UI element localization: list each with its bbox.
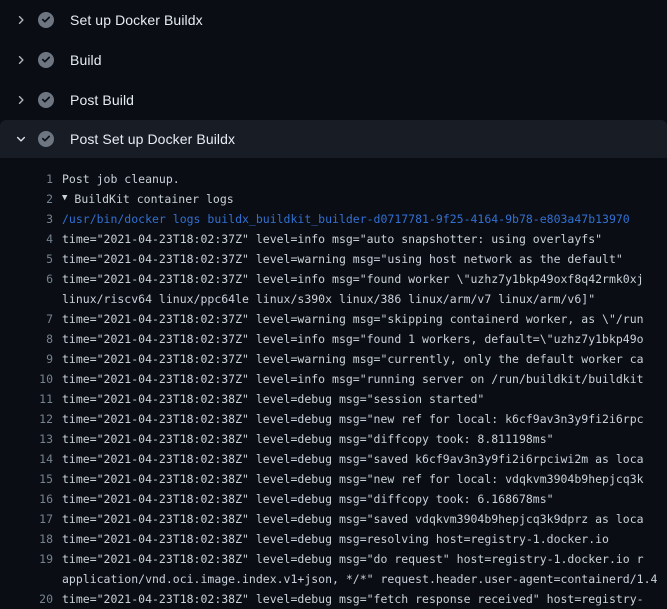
log-line: 6 time="2021-04-23T18:02:37Z" level=info … — [0, 269, 667, 289]
log-line: 11 time="2021-04-23T18:02:38Z" level=debu… — [0, 389, 667, 409]
log-line-text: time="2021-04-23T18:02:38Z" level=debug … — [62, 489, 554, 509]
log-line-number[interactable]: 8 — [0, 329, 53, 349]
log-line-number[interactable]: 4 — [0, 229, 53, 249]
log-line: 12 time="2021-04-23T18:02:38Z" level=debu… — [0, 409, 667, 429]
log-line-number[interactable]: 10 — [0, 369, 53, 389]
collapse-group-icon[interactable]: ▼ — [62, 189, 67, 208]
log-line-number[interactable]: 2 — [0, 189, 53, 209]
log-line-text: time="2021-04-23T18:02:38Z" level=debug … — [62, 429, 554, 449]
log-line-text: time="2021-04-23T18:02:37Z" level=info m… — [62, 269, 644, 289]
log-line-number[interactable]: 9 — [0, 349, 53, 369]
step-header-build[interactable]: Build — [0, 40, 667, 80]
step-header-post-build[interactable]: Post Build — [0, 80, 667, 120]
log-line-text[interactable]: BuildKit container logs — [74, 189, 233, 209]
step-title: Post Build — [70, 92, 134, 108]
log-line-number[interactable]: 5 — [0, 249, 53, 269]
log-line-text: time="2021-04-23T18:02:37Z" level=info m… — [62, 329, 644, 349]
log-line: 10 time="2021-04-23T18:02:37Z" level=info… — [0, 369, 667, 389]
log-line: 18 time="2021-04-23T18:02:38Z" level=debu… — [0, 529, 667, 549]
log-line-number — [0, 569, 53, 589]
step-title: Build — [70, 52, 102, 68]
step-header-set-up-docker-buildx[interactable]: Set up Docker Buildx — [0, 0, 667, 40]
log-line-text: time="2021-04-23T18:02:38Z" level=debug … — [62, 409, 644, 429]
chevron-right-icon — [13, 12, 29, 28]
log-line-text: time="2021-04-23T18:02:37Z" level=info m… — [62, 369, 644, 389]
log-line-number[interactable]: 18 — [0, 529, 53, 549]
chevron-down-icon — [13, 131, 29, 147]
log-line: 5 time="2021-04-23T18:02:37Z" level=warni… — [0, 249, 667, 269]
log-line-text: time="2021-04-23T18:02:38Z" level=debug … — [62, 509, 644, 529]
log-line-text: time="2021-04-23T18:02:38Z" level=debug … — [62, 469, 644, 489]
workflow-steps-list: Set up Docker Buildx Build Post Build Po… — [0, 0, 667, 158]
log-line-number[interactable]: 1 — [0, 169, 53, 189]
log-line-text: time="2021-04-23T18:02:37Z" level=warnin… — [62, 349, 644, 369]
log-line: linux/riscv64 linux/ppc64le linux/s390x … — [0, 289, 667, 309]
step-header-post-set-up-docker-buildx[interactable]: Post Set up Docker Buildx — [0, 120, 667, 158]
log-command-text: /usr/bin/docker logs buildx_buildkit_bui… — [62, 209, 630, 229]
log-line-number — [0, 289, 53, 309]
step-title: Post Set up Docker Buildx — [70, 131, 235, 147]
check-circle-icon — [38, 12, 54, 28]
log-line-number[interactable]: 20 — [0, 589, 53, 609]
log-line-number[interactable]: 17 — [0, 509, 53, 529]
log-line-text: linux/riscv64 linux/ppc64le linux/s390x … — [62, 289, 595, 309]
log-line: 2 ▼ BuildKit container logs — [0, 189, 667, 209]
log-line-text: time="2021-04-23T18:02:38Z" level=debug … — [62, 529, 609, 549]
log-line: 13 time="2021-04-23T18:02:38Z" level=debu… — [0, 429, 667, 449]
log-line: application/vnd.oci.image.index.v1+json,… — [0, 569, 667, 589]
check-circle-icon — [38, 131, 54, 147]
log-line-number[interactable]: 14 — [0, 449, 53, 469]
log-viewer: 1 Post job cleanup. 2 ▼ BuildKit container l… — [0, 158, 667, 609]
log-line: 15 time="2021-04-23T18:02:38Z" level=debu… — [0, 469, 667, 489]
log-line-number[interactable]: 6 — [0, 269, 53, 289]
log-line-text: time="2021-04-23T18:02:38Z" level=debug … — [62, 389, 484, 409]
log-line-text: time="2021-04-23T18:02:37Z" level=warnin… — [62, 249, 623, 269]
log-line-number[interactable]: 12 — [0, 409, 53, 429]
log-line: 8 time="2021-04-23T18:02:37Z" level=info … — [0, 329, 667, 349]
check-circle-icon — [38, 52, 54, 68]
log-line-number[interactable]: 7 — [0, 309, 53, 329]
log-line: 3/usr/bin/docker logs buildx_buildkit_bu… — [0, 209, 667, 229]
check-circle-icon — [38, 92, 54, 108]
log-line-text: time="2021-04-23T18:02:37Z" level=info m… — [62, 229, 602, 249]
log-line-number[interactable]: 16 — [0, 489, 53, 509]
log-line-text: application/vnd.oci.image.index.v1+json,… — [62, 569, 657, 589]
chevron-right-icon — [13, 52, 29, 68]
log-line-number[interactable]: 11 — [0, 389, 53, 409]
chevron-right-icon — [13, 92, 29, 108]
log-line: 20 time="2021-04-23T18:02:38Z" level=debu… — [0, 589, 667, 609]
log-line-number[interactable]: 15 — [0, 469, 53, 489]
step-title: Set up Docker Buildx — [70, 12, 203, 28]
log-line: 9 time="2021-04-23T18:02:37Z" level=warni… — [0, 349, 667, 369]
log-line-text: time="2021-04-23T18:02:38Z" level=debug … — [62, 449, 644, 469]
log-line-text: time="2021-04-23T18:02:38Z" level=debug … — [62, 549, 644, 569]
log-line: 7 time="2021-04-23T18:02:37Z" level=warni… — [0, 309, 667, 329]
log-line: 16 time="2021-04-23T18:02:38Z" level=debu… — [0, 489, 667, 509]
log-line-text: time="2021-04-23T18:02:38Z" level=debug … — [62, 589, 644, 609]
log-line-number[interactable]: 19 — [0, 549, 53, 569]
log-line-text: time="2021-04-23T18:02:37Z" level=warnin… — [62, 309, 644, 329]
log-line: 4 time="2021-04-23T18:02:37Z" level=info … — [0, 229, 667, 249]
log-line: 14 time="2021-04-23T18:02:38Z" level=debu… — [0, 449, 667, 469]
log-line: 1 Post job cleanup. — [0, 169, 667, 189]
log-line-number[interactable]: 3 — [0, 209, 53, 229]
log-line-number[interactable]: 13 — [0, 429, 53, 449]
log-line: 17 time="2021-04-23T18:02:38Z" level=debu… — [0, 509, 667, 529]
log-line-text: Post job cleanup. — [62, 169, 180, 189]
log-line: 19 time="2021-04-23T18:02:38Z" level=debu… — [0, 549, 667, 569]
